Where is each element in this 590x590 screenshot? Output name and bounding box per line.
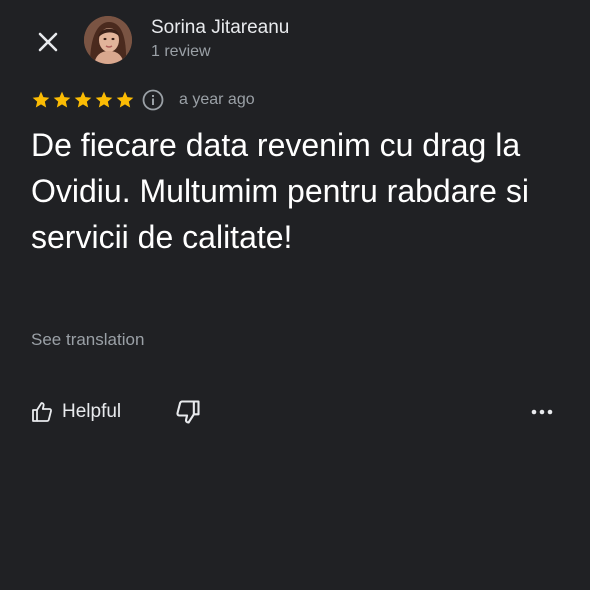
helpful-label: Helpful bbox=[62, 401, 122, 422]
star-icon bbox=[94, 90, 114, 110]
not-helpful-button[interactable] bbox=[174, 398, 202, 426]
close-icon bbox=[38, 32, 58, 52]
star-icon bbox=[115, 90, 135, 110]
star-icon bbox=[52, 90, 72, 110]
thumbs-up-icon bbox=[32, 402, 52, 422]
more-horizontal-icon bbox=[531, 409, 553, 415]
review-time: a year ago bbox=[179, 91, 255, 108]
info-icon[interactable] bbox=[142, 89, 164, 111]
thumbs-down-icon bbox=[176, 400, 200, 424]
see-translation-link[interactable]: See translation bbox=[31, 330, 144, 350]
profile-photo-icon bbox=[84, 16, 132, 64]
star-icon bbox=[31, 90, 51, 110]
more-options-button[interactable] bbox=[526, 398, 558, 426]
review-text: De fiecare data revenim cu drag la Ovidi… bbox=[31, 127, 529, 255]
avatar[interactable] bbox=[84, 16, 132, 64]
star-icon bbox=[73, 90, 93, 110]
reviewer-name[interactable]: Sorina Jitareanu bbox=[151, 17, 289, 39]
star-rating bbox=[31, 90, 135, 110]
close-button[interactable] bbox=[30, 24, 66, 60]
helpful-button[interactable]: Helpful bbox=[30, 396, 121, 428]
reviewer-review-count: 1 review bbox=[151, 43, 211, 60]
